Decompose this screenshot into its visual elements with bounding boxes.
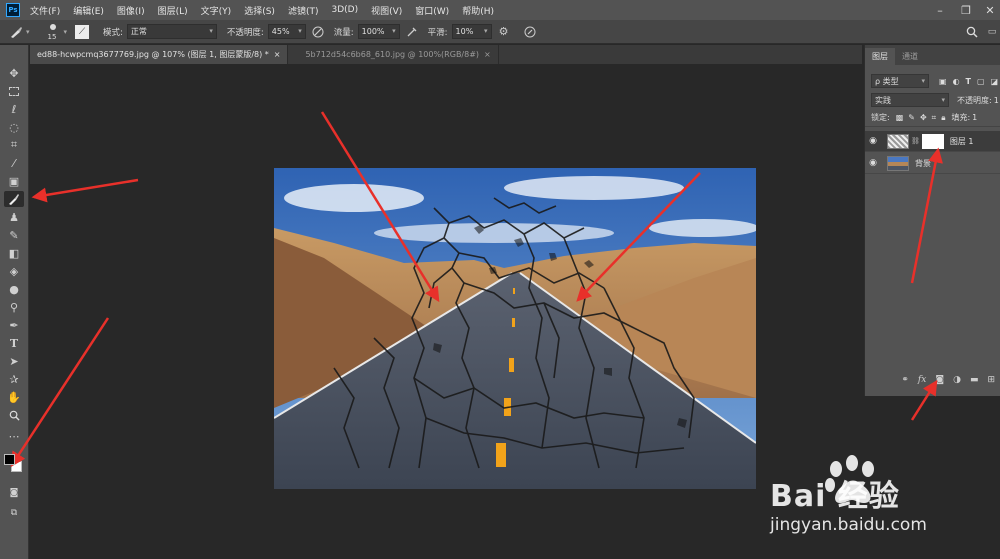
arrow-to-crack-right: [576, 172, 701, 302]
arrow-to-crack-left: [320, 111, 440, 303]
arrow-to-add-mask: [910, 379, 938, 421]
arrow-to-brush-tool: [31, 178, 139, 203]
watermark-brand-text: Bai 经验: [770, 479, 900, 514]
baidu-jingyan-watermark: Bai 经验 jingyan.baidu.com: [770, 455, 990, 555]
foreground-color-swatch[interactable]: [4, 454, 15, 465]
watermark-url-text: jingyan.baidu.com: [770, 515, 927, 535]
arrow-to-color-swatch: [10, 317, 110, 468]
arrow-to-layer-mask: [910, 147, 943, 284]
